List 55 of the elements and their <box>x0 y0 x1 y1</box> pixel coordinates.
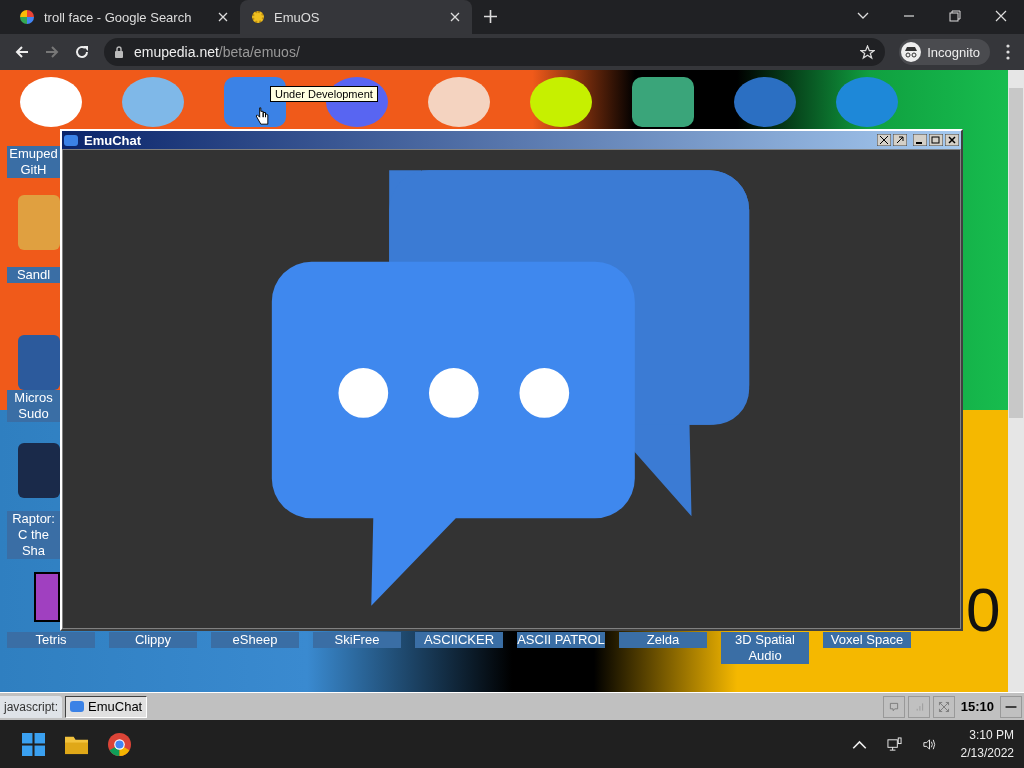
app-icon[interactable] <box>632 77 694 127</box>
restore-icon[interactable] <box>949 10 961 22</box>
icon-label[interactable]: eSheep <box>211 632 299 648</box>
scrollbar[interactable] <box>1008 70 1024 692</box>
tab-title: troll face - Google Search <box>44 9 193 25</box>
wallpaper-text: 0 <box>966 575 1001 645</box>
windows-start-icon[interactable] <box>22 732 45 756</box>
minimize-button[interactable] <box>913 134 927 146</box>
close-icon[interactable] <box>995 10 1007 22</box>
icon-label[interactable]: Sandl <box>7 267 60 283</box>
browser-tab[interactable]: EmuOS <box>240 0 472 34</box>
popout-button[interactable] <box>893 134 907 146</box>
reload-icon[interactable] <box>74 44 90 60</box>
icon-label[interactable]: Emuped GitH <box>7 146 60 178</box>
status-text: javascript: <box>0 695 63 718</box>
taskbar-button[interactable]: EmuChat <box>65 695 148 718</box>
tooltip: Under Development <box>270 86 378 102</box>
network-icon[interactable] <box>886 736 902 752</box>
close-icon[interactable] <box>450 12 460 22</box>
icon-label[interactable]: Voxel Space <box>823 632 911 648</box>
new-tab-icon[interactable] <box>484 10 497 23</box>
volume-icon[interactable] <box>921 736 937 752</box>
icon-label[interactable]: 3D Spatial Audio <box>721 632 809 664</box>
lock-icon <box>114 46 124 58</box>
icon-label[interactable]: Clippy <box>109 632 197 648</box>
forward-icon[interactable] <box>44 44 60 60</box>
browser-icon[interactable] <box>108 732 131 756</box>
google-icon <box>20 10 34 24</box>
sun-icon <box>252 11 264 23</box>
close-button[interactable] <box>945 134 959 146</box>
incognito-icon <box>901 42 922 62</box>
window-title: EmuChat <box>84 132 142 148</box>
incognito-badge[interactable]: Incognito <box>899 39 990 65</box>
date-text: 2/13/2022 <box>960 746 1014 760</box>
icon-label[interactable]: Raptor: C the Sha <box>7 511 60 559</box>
url-text: emupedia.net/beta/emuos/ <box>134 44 301 60</box>
menu-icon[interactable] <box>1006 44 1010 60</box>
close-icon[interactable] <box>218 12 228 22</box>
back-icon[interactable] <box>14 44 30 60</box>
address-bar[interactable]: emupedia.net/beta/emuos/ <box>104 38 886 66</box>
time-text: 3:10 PM <box>969 728 1014 742</box>
icon-label[interactable]: Micros Sudo <box>7 390 60 422</box>
maximize-button[interactable] <box>929 134 943 146</box>
hand-cursor-icon <box>255 106 269 126</box>
browser-tab[interactable]: troll face - Google Search <box>8 0 240 34</box>
icon-label[interactable]: SkiFree <box>313 632 401 648</box>
icon-label[interactable]: Tetris <box>7 632 95 648</box>
clock-text: 15:10 <box>959 699 995 714</box>
icon-label[interactable]: ASCII PATROL <box>517 632 605 648</box>
minimize-icon[interactable] <box>1000 695 1022 718</box>
icon-label[interactable]: Zelda <box>619 632 707 648</box>
icon-label[interactable]: ASCIICKER <box>415 632 503 648</box>
tab-title: EmuOS <box>274 9 321 25</box>
fullscreen-button[interactable] <box>877 134 891 146</box>
star-icon[interactable] <box>860 44 876 60</box>
